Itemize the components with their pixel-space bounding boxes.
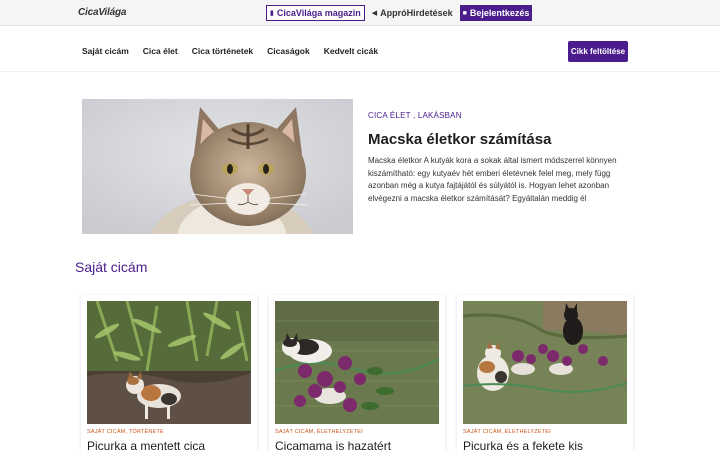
card-title[interactable]: Picurka és a fekete kis — [463, 439, 583, 450]
book-icon: ▮ — [270, 9, 274, 17]
main-nav: Saját cicám Cica élet Cica történetek Ci… — [0, 26, 720, 72]
magazin-link[interactable]: ▮ CicaVilága magazin — [266, 5, 365, 21]
featured-category[interactable]: CICA ÉLET , LAKÁSBAN — [368, 111, 462, 120]
card-title[interactable]: Cicamama is hazatért — [275, 439, 391, 450]
featured-image[interactable] — [82, 99, 353, 234]
card-image[interactable] — [463, 301, 627, 424]
nav-item-cica-elet[interactable]: Cica élet — [143, 46, 178, 56]
site-logo[interactable]: CicaVilága — [78, 7, 126, 18]
section-title[interactable]: Saját cicám — [75, 259, 147, 275]
card-image[interactable] — [87, 301, 251, 424]
nav-item-cica-tortenetek[interactable]: Cica történetek — [192, 46, 253, 56]
megaphone-icon: ◀ — [371, 9, 378, 17]
card-image[interactable] — [275, 301, 439, 424]
top-nav: ▮ CicaVilága magazin ◀ AppróHirdetések ■… — [266, 5, 533, 21]
login-button[interactable]: ■ Bejelentkezés — [459, 5, 533, 21]
aprohirdetesek-label: AppróHirdetések — [380, 8, 453, 18]
magazin-label: CicaVilága magazin — [276, 8, 361, 18]
upload-article-button[interactable]: Cikk feltöltése — [568, 41, 628, 62]
card-category[interactable]: SAJÁT CICÁM, ÉLETHELYZETEI — [275, 429, 363, 435]
card-category[interactable]: SAJÁT CICÁM, TÖRTÉNETE — [87, 429, 164, 435]
card-category[interactable]: SAJÁT CICÁM, ÉLETHELYZETEI — [463, 429, 551, 435]
featured-excerpt: Macska életkor A kutyák kora a sokak ált… — [368, 156, 617, 203]
top-bar: CicaVilága ▮ CicaVilága magazin ◀ AppróH… — [0, 0, 720, 26]
nav-item-kedvelt-cicak[interactable]: Kedvelt cicák — [324, 46, 378, 56]
nav-item-cicasagok[interactable]: Cicaságok — [267, 46, 310, 56]
lock-icon: ■ — [462, 9, 467, 17]
featured-title[interactable]: Macska életkor számítása — [368, 131, 551, 148]
card-title[interactable]: Picurka a mentett cica — [87, 439, 205, 450]
nav-item-sajat-cicam[interactable]: Saját cicám — [82, 46, 129, 56]
article-card[interactable]: SAJÁT CICÁM, TÖRTÉNETE Picurka a mentett… — [81, 295, 257, 450]
main-menu: Saját cicám Cica élet Cica történetek Ci… — [82, 46, 378, 56]
aprohirdetesek-link[interactable]: ◀ AppróHirdetések — [369, 5, 456, 21]
article-card[interactable]: SAJÁT CICÁM, ÉLETHELYZETEI Cicamama is h… — [269, 295, 445, 450]
article-card[interactable]: SAJÁT CICÁM, ÉLETHELYZETEI Picurka és a … — [457, 295, 633, 450]
login-label: Bejelentkezés — [469, 8, 530, 18]
